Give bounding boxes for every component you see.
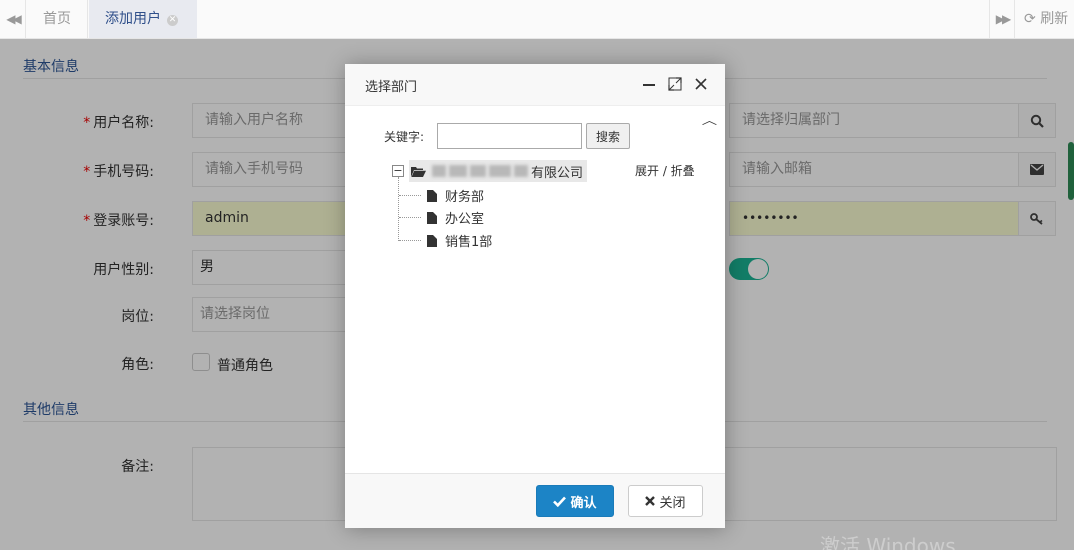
tree-node-label: 销售1部 xyxy=(445,235,493,250)
refresh-button[interactable]: ⟳ 刷新 xyxy=(1016,0,1074,38)
tab-close-icon[interactable]: ✕ xyxy=(167,15,178,26)
activation-watermark: 激活 Windows xyxy=(820,534,956,550)
close-button[interactable]: 关闭 xyxy=(628,485,703,517)
tree-connector xyxy=(399,240,421,241)
expand-collapse-link[interactable]: 展开 / 折叠 xyxy=(635,162,695,179)
keyword-input[interactable] xyxy=(437,123,582,149)
tree-node[interactable]: 销售1部 xyxy=(427,231,492,250)
maximize-icon[interactable] xyxy=(667,76,683,92)
check-icon xyxy=(553,496,567,507)
tab-home[interactable]: 首页 xyxy=(27,0,88,38)
tab-add-user-label: 添加用户 xyxy=(105,11,161,27)
keyword-label: 关键字: xyxy=(384,130,425,144)
file-icon xyxy=(427,234,437,247)
redacted-text xyxy=(432,165,446,177)
file-icon xyxy=(427,211,437,224)
select-dept-dialog: 选择部门 ︿ 关键字: 搜索 展开 / 折叠 − 有限公司 财务部 办公室 销售… xyxy=(345,64,725,528)
folder-open-icon xyxy=(411,166,426,177)
close-label: 关闭 xyxy=(659,495,686,511)
tab-add-user[interactable]: 添加用户 ✕ xyxy=(89,0,197,38)
minimize-icon[interactable] xyxy=(641,76,657,92)
tree-connector xyxy=(398,177,399,241)
redacted-text xyxy=(514,165,528,177)
tree-connector xyxy=(399,217,421,218)
double-chevron-left-icon[interactable]: ◀◀ xyxy=(0,0,26,38)
dialog-header: 选择部门 xyxy=(345,64,725,106)
tree-connector xyxy=(399,195,421,196)
times-icon xyxy=(645,496,656,506)
refresh-icon: ⟳ xyxy=(1024,11,1036,27)
double-chevron-right-icon[interactable]: ▶▶ xyxy=(989,0,1015,38)
tree-root-label: 有限公司 xyxy=(531,165,584,181)
dialog-title: 选择部门 xyxy=(365,80,418,95)
close-icon[interactable] xyxy=(693,76,709,92)
file-icon xyxy=(427,189,437,202)
redacted-text xyxy=(489,165,511,177)
tab-bar: ◀◀ 首页 添加用户 ✕ ▶▶ ⟳ 刷新 xyxy=(0,0,1074,39)
confirm-label: 确认 xyxy=(570,495,597,511)
tree-node[interactable]: 办公室 xyxy=(427,208,484,227)
dialog-footer: 确认 关闭 xyxy=(345,473,725,528)
refresh-label: 刷新 xyxy=(1040,11,1069,27)
search-button[interactable]: 搜索 xyxy=(586,123,630,149)
tree-toggle-icon[interactable]: − xyxy=(392,165,404,177)
tree-node-label: 办公室 xyxy=(445,212,485,227)
collapse-chevron-icon[interactable]: ︿ xyxy=(702,112,717,128)
redacted-text xyxy=(449,165,467,177)
tree-node[interactable]: 财务部 xyxy=(427,186,484,205)
tab-home-label: 首页 xyxy=(43,11,71,27)
redacted-text xyxy=(470,165,486,177)
confirm-button[interactable]: 确认 xyxy=(536,485,614,517)
tree-root-node[interactable]: 有限公司 xyxy=(409,160,588,182)
tree-node-label: 财务部 xyxy=(445,190,485,205)
